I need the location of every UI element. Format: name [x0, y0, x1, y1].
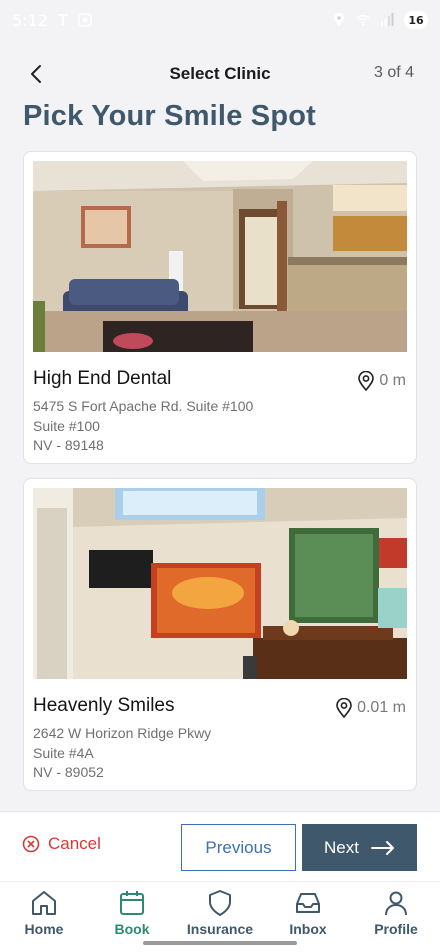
previous-button[interactable]: Previous	[181, 824, 296, 871]
chevron-left-icon	[31, 65, 41, 83]
signal-icon	[381, 13, 394, 26]
clinic-name: High End Dental	[33, 368, 172, 389]
inbox-icon	[296, 893, 320, 913]
clinic-card[interactable]: Heavenly Smiles 0.01 m 2642 W Horizon Ri…	[23, 478, 417, 791]
clinic-address-line: NV - 89148	[33, 437, 104, 453]
next-label: Next	[324, 837, 359, 857]
clinic-card[interactable]: High End Dental 0 m 5475 S Fort Apache R…	[23, 151, 417, 464]
clinic-name: Heavenly Smiles	[33, 695, 175, 716]
clinic-address-line: Suite #100	[33, 418, 100, 434]
next-button[interactable]: Next	[302, 824, 417, 871]
clinic-address-line: NV - 89052	[33, 764, 104, 780]
notification-icon	[57, 14, 68, 25]
clinic-photo	[33, 161, 407, 352]
clinic-distance: 0.01 m	[335, 698, 406, 718]
location-pin-icon	[358, 371, 375, 391]
top-bar: Select Clinic 3 of 4	[0, 56, 440, 92]
home-icon	[32, 891, 56, 915]
page-title: Pick Your Smile Spot	[23, 100, 317, 132]
location-icon	[334, 13, 344, 26]
nav-label: Home	[24, 921, 64, 937]
clinic-distance: 0 m	[357, 371, 406, 391]
location-pin-icon	[336, 698, 352, 718]
back-button[interactable]	[22, 60, 50, 88]
close-circle-icon	[22, 835, 40, 853]
action-bar: Cancel Previous Next	[0, 811, 440, 881]
header-title: Select Clinic	[169, 64, 271, 83]
home-indicator	[143, 941, 297, 945]
calendar-icon	[120, 891, 144, 915]
battery-badge: 16	[404, 11, 428, 29]
nav-label: Profile	[374, 921, 418, 937]
arrow-right-icon	[370, 840, 394, 855]
previous-label: Previous	[205, 837, 272, 857]
clinic-address-line: 2642 W Horizon Ridge Pkwy	[33, 725, 212, 741]
user-icon	[385, 891, 407, 916]
clinic-address-line: 5475 S Fort Apache Rd. Suite #100	[33, 398, 254, 414]
nav-label: Insurance	[186, 921, 254, 937]
record-icon	[78, 13, 92, 27]
distance-value: 0 m	[379, 372, 406, 389]
wifi-icon	[356, 15, 370, 26]
nav-home[interactable]: Home	[0, 882, 88, 952]
clinic-photo	[33, 488, 407, 679]
status-bar: 5:12 16	[0, 0, 440, 40]
status-time: 5:12	[12, 10, 48, 30]
nav-label: Book	[114, 921, 150, 937]
cancel-button[interactable]: Cancel	[22, 834, 101, 854]
step-indicator: 3 of 4	[373, 64, 414, 81]
nav-profile[interactable]: Profile	[352, 882, 440, 952]
nav-label: Inbox	[289, 921, 327, 937]
clinic-address-line: Suite #4A	[33, 745, 94, 761]
distance-value: 0.01 m	[357, 699, 406, 716]
shield-icon	[209, 890, 231, 916]
cancel-label: Cancel	[48, 834, 101, 853]
